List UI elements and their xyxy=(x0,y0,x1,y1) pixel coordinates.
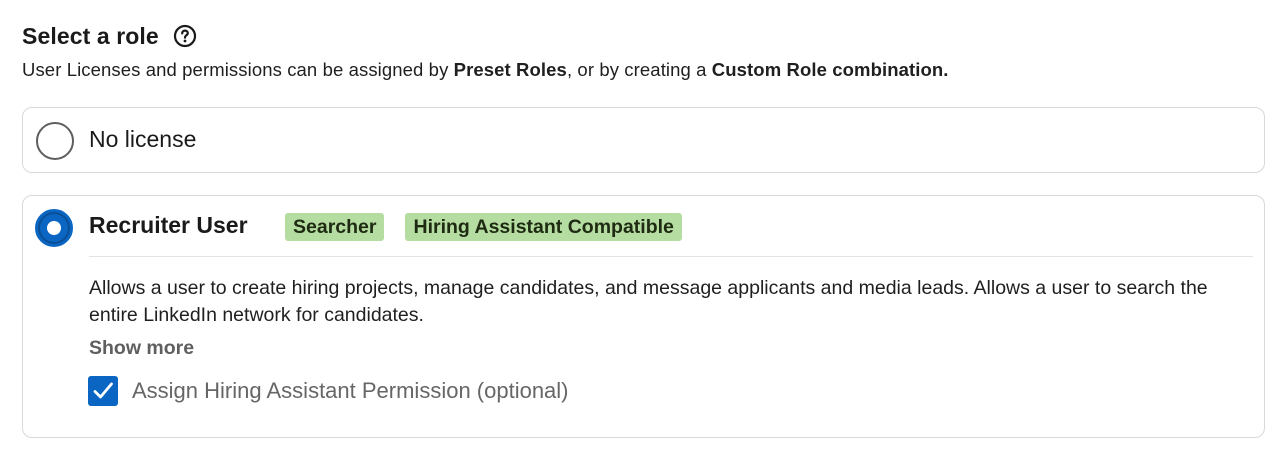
badge-hiring-assistant-compatible: Hiring Assistant Compatible xyxy=(405,213,682,241)
question-circle-icon[interactable] xyxy=(173,24,197,48)
role-option-label: Recruiter User xyxy=(89,212,248,238)
custom-role-text: Custom Role combination. xyxy=(711,59,949,80)
select-role-section: Select a role User Licenses and permissi… xyxy=(22,20,1267,438)
subtitle-text-2: , or by creating a xyxy=(566,59,712,80)
divider xyxy=(89,256,1253,257)
show-more-link[interactable]: Show more xyxy=(89,337,194,360)
hiring-assistant-permission-checkbox[interactable] xyxy=(88,376,118,406)
section-header: Select a role xyxy=(22,20,1267,52)
checkmark-icon xyxy=(93,382,113,399)
radio-no-license[interactable] xyxy=(36,122,74,160)
role-badges: Searcher Hiring Assistant Compatible xyxy=(285,213,682,241)
role-option-no-license[interactable]: No license xyxy=(22,107,1265,173)
checkbox-label: Assign Hiring Assistant Permission (opti… xyxy=(132,378,569,403)
badge-searcher: Searcher xyxy=(285,213,385,241)
role-option-recruiter-user[interactable]: Recruiter User Searcher Hiring Assistant… xyxy=(22,195,1265,438)
hiring-assistant-permission-row[interactable]: Assign Hiring Assistant Permission (opti… xyxy=(88,376,569,406)
preset-roles-text: Preset Roles xyxy=(453,59,567,80)
radio-recruiter-user[interactable] xyxy=(35,209,73,247)
role-option-label: No license xyxy=(89,126,197,152)
subtitle-text-1: User Licenses and permissions can be ass… xyxy=(22,59,454,80)
section-description: User Licenses and permissions can be ass… xyxy=(22,59,1267,81)
role-description: Allows a user to create hiring projects,… xyxy=(89,277,1208,326)
section-title: Select a role xyxy=(22,22,159,49)
